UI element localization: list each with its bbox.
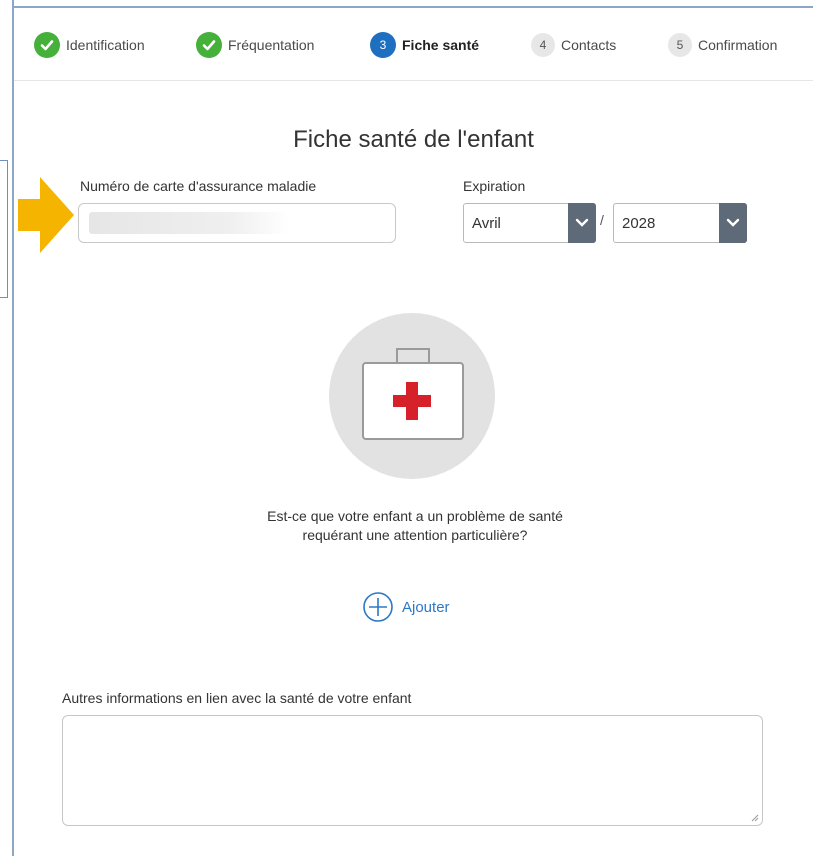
step-label: Confirmation — [698, 37, 778, 53]
other-info-label: Autres informations en lien avec la sant… — [62, 690, 412, 706]
step-frequentation[interactable]: Fréquentation — [196, 22, 314, 68]
chevron-down-icon[interactable] — [568, 203, 596, 243]
expiration-month-select[interactable]: Avril — [463, 203, 596, 243]
add-health-problem-button[interactable]: Ajouter — [362, 592, 450, 622]
month-value: Avril — [472, 214, 501, 232]
expiration-label: Expiration — [463, 178, 526, 194]
chevron-down-icon[interactable] — [719, 203, 747, 243]
progress-stepper: Identification Fréquentation 3 Fiche san… — [28, 22, 813, 68]
card-number-input[interactable] — [78, 203, 396, 243]
step-contacts[interactable]: 4 Contacts — [531, 22, 616, 68]
step-fiche-sante[interactable]: 3 Fiche santé — [370, 22, 479, 68]
redacted-value — [89, 212, 289, 234]
arrow-right-icon — [18, 177, 74, 253]
add-button-label: Ajouter — [402, 598, 450, 616]
step-label: Fiche santé — [402, 37, 480, 53]
frame-border-top — [12, 6, 813, 8]
expiration-year-select[interactable]: 2028 — [613, 203, 747, 243]
other-info-textarea[interactable] — [62, 715, 763, 826]
question-line-2: requérant une attention particulière? — [302, 527, 528, 543]
resize-handle-icon[interactable] — [749, 812, 759, 822]
step-label: Contacts — [561, 37, 617, 53]
step-number: 3 — [370, 32, 396, 58]
year-value: 2028 — [622, 214, 656, 232]
plus-circle-icon — [363, 592, 393, 622]
check-icon — [196, 32, 222, 58]
page-title: Fiche santé de l'enfant — [293, 126, 534, 153]
first-aid-kit-icon — [329, 313, 495, 479]
side-panel-edge — [0, 160, 8, 298]
step-number: 5 — [668, 33, 692, 57]
question-line-1: Est-ce que votre enfant a un problème de… — [267, 508, 563, 524]
step-identification[interactable]: Identification — [34, 22, 145, 68]
step-label: Identification — [66, 37, 145, 53]
date-separator: / — [600, 212, 604, 228]
card-number-label: Numéro de carte d'assurance maladie — [80, 178, 317, 194]
step-confirmation[interactable]: 5 Confirmation — [668, 22, 777, 68]
check-icon — [34, 32, 60, 58]
step-number: 4 — [531, 33, 555, 57]
stepper-divider — [14, 80, 813, 81]
health-question: Est-ce que votre enfant a un problème de… — [150, 507, 680, 545]
step-label: Fréquentation — [228, 37, 315, 53]
